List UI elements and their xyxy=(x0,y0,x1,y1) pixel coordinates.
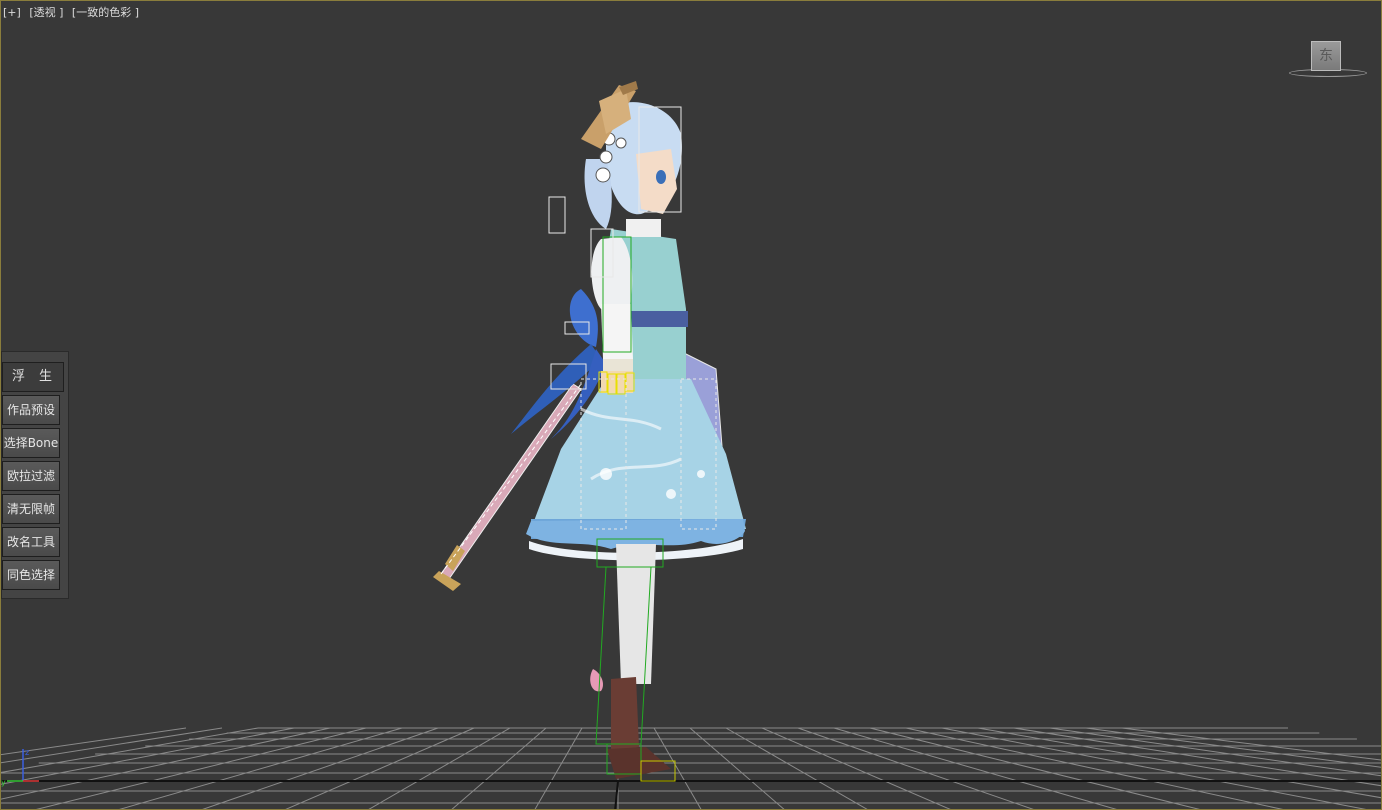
viewcube-face[interactable]: 东 xyxy=(1311,41,1341,71)
grid-line xyxy=(1121,727,1381,761)
panel-title-char-1: 浮 xyxy=(11,369,27,384)
panel-title[interactable]: 浮生 xyxy=(2,362,64,392)
grid-line xyxy=(905,727,1284,809)
viewport-label[interactable]: [+] [透视 ] [一致的色彩 ] xyxy=(3,6,144,20)
collar xyxy=(626,219,661,237)
rename-tool-button[interactable]: 改名工具 xyxy=(2,527,60,557)
viewport-shading-mode[interactable]: [一致的色彩 ] xyxy=(72,6,139,19)
grid-line xyxy=(119,727,403,809)
character-model[interactable] xyxy=(431,79,761,789)
same-color-select-button[interactable]: 同色选择 xyxy=(2,560,60,590)
y-axis-label: y xyxy=(1,778,6,787)
grid-line xyxy=(941,727,1367,809)
float-tool-panel: 浮生 作品预设 选择Bone 欧拉过滤 清无限帧 改名工具 同色选择 xyxy=(1,351,69,599)
clear-infinite-frames-button[interactable]: 清无限帧 xyxy=(2,494,60,524)
grid-line xyxy=(1,727,295,785)
panel-title-char-2: 生 xyxy=(39,369,55,384)
preset-button[interactable]: 作品预设 xyxy=(2,395,60,425)
viewport-perspective[interactable]: [+] [透视 ] [一致的色彩 ] 东 z y 浮 生 作品预设 选择Bone… xyxy=(0,0,1382,810)
euler-filter-button[interactable]: 欧拉过滤 xyxy=(2,461,60,491)
grid-line xyxy=(833,727,1117,809)
z-axis-label: z xyxy=(25,748,29,757)
viewcube[interactable]: 东 xyxy=(1287,39,1369,81)
viewport-view-type[interactable]: [透视 ] xyxy=(29,6,63,19)
viewport-menu-plus[interactable]: [+] xyxy=(3,6,21,19)
grid-line xyxy=(1,727,331,800)
axis-tripod: z y xyxy=(1,748,39,787)
grid-line xyxy=(761,727,951,809)
grid-line xyxy=(1013,727,1381,787)
select-bone-button[interactable]: 选择Bone xyxy=(2,428,60,458)
